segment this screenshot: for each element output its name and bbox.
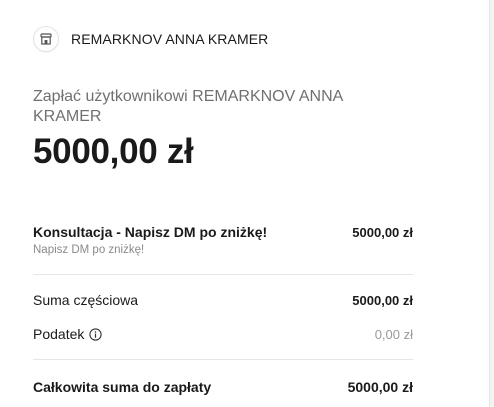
- total-amount: 5000,00 zł: [33, 132, 194, 171]
- divider: [33, 359, 413, 360]
- tax-label: Podatek: [33, 326, 85, 342]
- tax-label-group: Podatek: [33, 326, 103, 342]
- divider: [33, 274, 413, 275]
- merchant-name: REMARKNOV ANNA KRAMER: [71, 31, 269, 47]
- merchant-header: REMARKNOV ANNA KRAMER: [33, 26, 269, 52]
- line-item-price: 5000,00 zł: [352, 225, 413, 240]
- total-value: 5000,00 zł: [347, 379, 413, 395]
- total-row: Całkowita suma do zapłaty 5000,00 zł: [33, 376, 413, 398]
- subtotal-label: Suma częściowa: [33, 292, 139, 308]
- scrollbar-track: [489, 0, 494, 407]
- tax-row: Podatek 0,00 zł: [33, 324, 413, 344]
- store-icon: [33, 26, 59, 52]
- tax-value: 0,00 zł: [374, 326, 413, 342]
- line-item-description: Napisz DM po zniżkę!: [33, 244, 145, 256]
- subtotal-value: 5000,00 zł: [352, 292, 413, 308]
- subtotal-row: Suma częściowa 5000,00 zł: [33, 290, 413, 310]
- info-icon[interactable]: [89, 327, 103, 341]
- total-label: Całkowita suma do zapłaty: [33, 379, 212, 395]
- pay-to-label: Zapłać użytkownikowi REMARKNOV ANNA KRAM…: [33, 88, 343, 125]
- line-item-name: Konsultacja - Napisz DM po zniżkę!: [33, 224, 268, 240]
- line-item: Konsultacja - Napisz DM po zniżkę! 5000,…: [33, 224, 413, 256]
